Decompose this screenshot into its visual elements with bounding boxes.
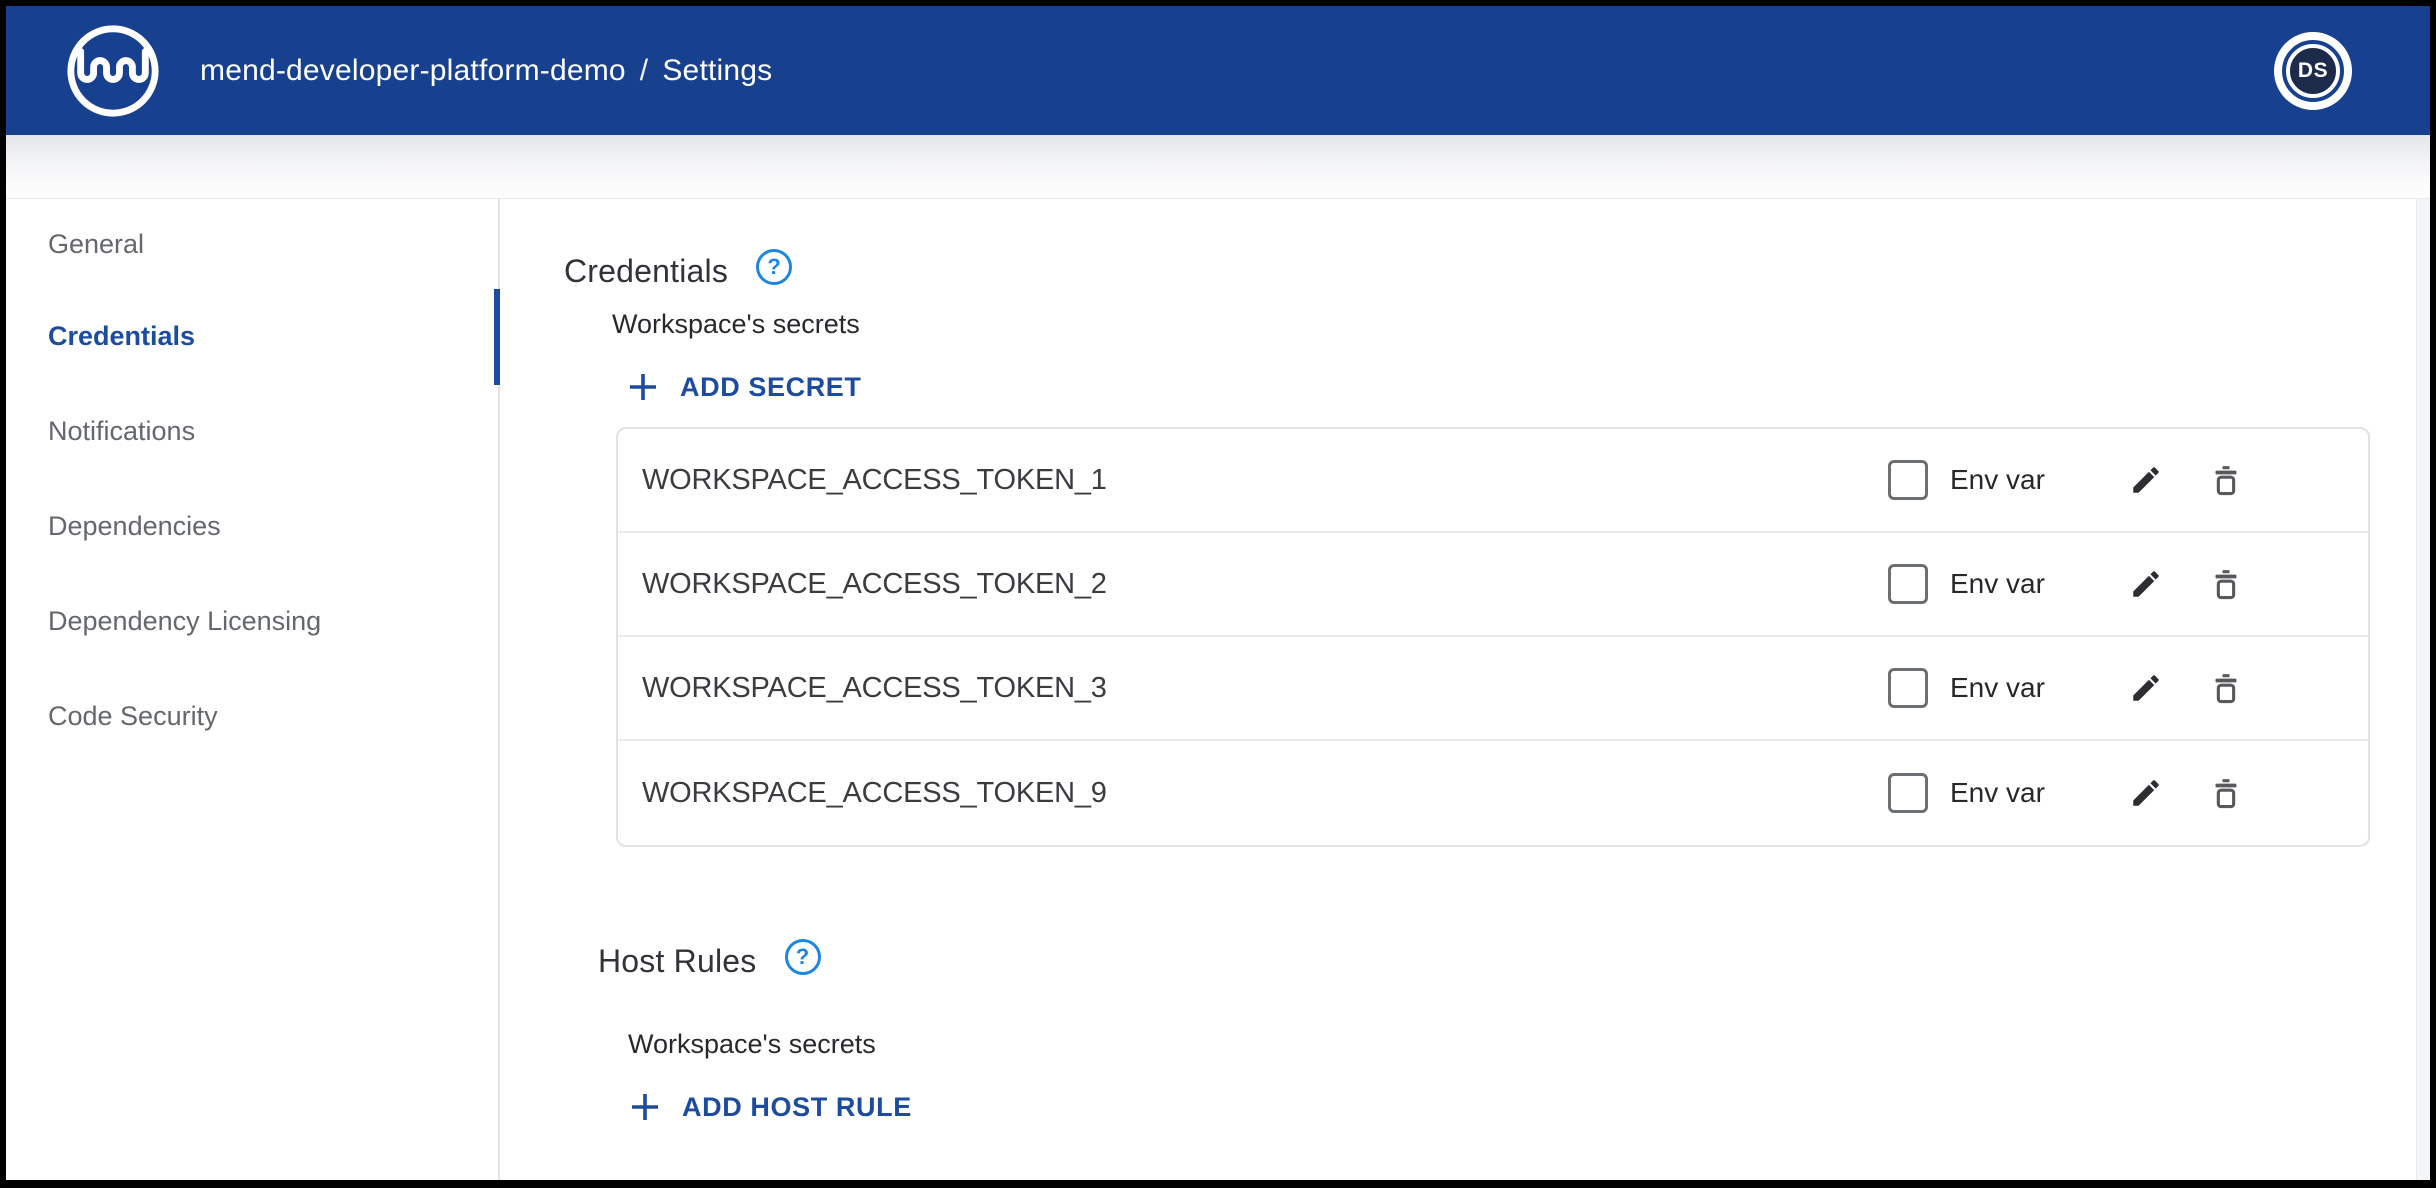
secret-name: WORKSPACE_ACCESS_TOKEN_3 <box>642 672 1888 705</box>
sidebar-item-label: Notifications <box>48 416 195 447</box>
credentials-title-row: Credentials ? <box>564 251 2430 291</box>
host-rules-title-row: Host Rules ? <box>598 941 2430 981</box>
secret-row: WORKSPACE_ACCESS_TOKEN_2 Env var <box>618 533 2368 637</box>
sidebar-item-label: General <box>48 229 144 260</box>
env-var-label: Env var <box>1950 568 2065 600</box>
breadcrumb-separator: / <box>640 54 649 88</box>
secret-name: WORKSPACE_ACCESS_TOKEN_1 <box>642 464 1888 497</box>
sidebar-item-label: Credentials <box>48 321 195 352</box>
secrets-table: WORKSPACE_ACCESS_TOKEN_1 Env var <box>616 427 2370 847</box>
plus-icon <box>626 370 660 404</box>
breadcrumb: mend-developer-platform-demo / Settings <box>200 54 772 88</box>
edit-secret-button[interactable] <box>2129 776 2163 810</box>
settings-content: Credentials ? Workspace's secrets ADD SE… <box>500 199 2430 1180</box>
pencil-icon <box>2129 567 2163 601</box>
user-avatar[interactable]: DS <box>2274 32 2352 110</box>
delete-secret-button[interactable] <box>2209 567 2243 601</box>
avatar-initials: DS <box>2286 44 2340 98</box>
add-secret-button[interactable]: ADD SECRET <box>626 367 862 407</box>
env-var-checkbox[interactable] <box>1888 773 1928 813</box>
add-secret-label: ADD SECRET <box>680 372 862 403</box>
sidebar-item-dependency-licensing[interactable]: Dependency Licensing <box>6 574 498 669</box>
delete-secret-button[interactable] <box>2209 776 2243 810</box>
env-var-checkbox[interactable] <box>1888 668 1928 708</box>
host-rules-help-icon[interactable]: ? <box>785 939 821 975</box>
trash-icon <box>2209 776 2243 810</box>
sidebar-item-label: Dependency Licensing <box>48 606 321 637</box>
credentials-help-icon[interactable]: ? <box>756 249 792 285</box>
scrollbar-track[interactable] <box>2416 199 2430 1180</box>
secret-name: WORKSPACE_ACCESS_TOKEN_2 <box>642 568 1888 601</box>
edit-secret-button[interactable] <box>2129 567 2163 601</box>
sidebar-item-notifications[interactable]: Notifications <box>6 384 498 479</box>
sidebar-item-credentials[interactable]: Credentials <box>6 289 498 384</box>
settings-sidebar: General Credentials Notifications Depend… <box>6 199 500 1180</box>
sidebar-item-dependencies[interactable]: Dependencies <box>6 479 498 574</box>
secret-row: WORKSPACE_ACCESS_TOKEN_3 Env var <box>618 637 2368 741</box>
content-area: General Credentials Notifications Depend… <box>6 198 2430 1180</box>
mend-logo-icon[interactable] <box>64 22 162 120</box>
sidebar-item-general[interactable]: General <box>6 199 498 289</box>
add-host-rule-button[interactable]: ADD HOST RULE <box>628 1087 912 1127</box>
help-glyph: ? <box>767 254 780 280</box>
env-var-label: Env var <box>1950 777 2065 809</box>
sidebar-item-label: Dependencies <box>48 511 221 542</box>
header-shadow <box>6 135 2430 198</box>
pencil-icon <box>2129 671 2163 705</box>
app-window: mend-developer-platform-demo / Settings … <box>6 6 2430 1180</box>
sidebar-item-code-security[interactable]: Code Security <box>6 669 498 764</box>
plus-icon <box>628 1090 662 1124</box>
host-rules-section-title: Host Rules <box>598 943 757 980</box>
host-rules-subtitle: Workspace's secrets <box>628 1027 2430 1061</box>
edit-secret-button[interactable] <box>2129 463 2163 497</box>
pencil-icon <box>2129 463 2163 497</box>
breadcrumb-project[interactable]: mend-developer-platform-demo <box>200 54 626 88</box>
help-glyph: ? <box>796 944 809 970</box>
secret-row: WORKSPACE_ACCESS_TOKEN_9 Env var <box>618 741 2368 845</box>
credentials-subtitle: Workspace's secrets <box>612 307 2430 341</box>
top-bar: mend-developer-platform-demo / Settings … <box>6 6 2430 135</box>
sidebar-item-label: Code Security <box>48 701 218 732</box>
trash-icon <box>2209 671 2243 705</box>
breadcrumb-page: Settings <box>662 54 772 88</box>
trash-icon <box>2209 567 2243 601</box>
delete-secret-button[interactable] <box>2209 463 2243 497</box>
trash-icon <box>2209 463 2243 497</box>
secret-name: WORKSPACE_ACCESS_TOKEN_9 <box>642 777 1888 810</box>
env-var-checkbox[interactable] <box>1888 460 1928 500</box>
pencil-icon <box>2129 776 2163 810</box>
add-host-rule-label: ADD HOST RULE <box>682 1092 912 1123</box>
env-var-label: Env var <box>1950 464 2065 496</box>
env-var-label: Env var <box>1950 672 2065 704</box>
credentials-section-title: Credentials <box>564 253 728 290</box>
delete-secret-button[interactable] <box>2209 671 2243 705</box>
secret-row: WORKSPACE_ACCESS_TOKEN_1 Env var <box>618 429 2368 533</box>
env-var-checkbox[interactable] <box>1888 564 1928 604</box>
edit-secret-button[interactable] <box>2129 671 2163 705</box>
